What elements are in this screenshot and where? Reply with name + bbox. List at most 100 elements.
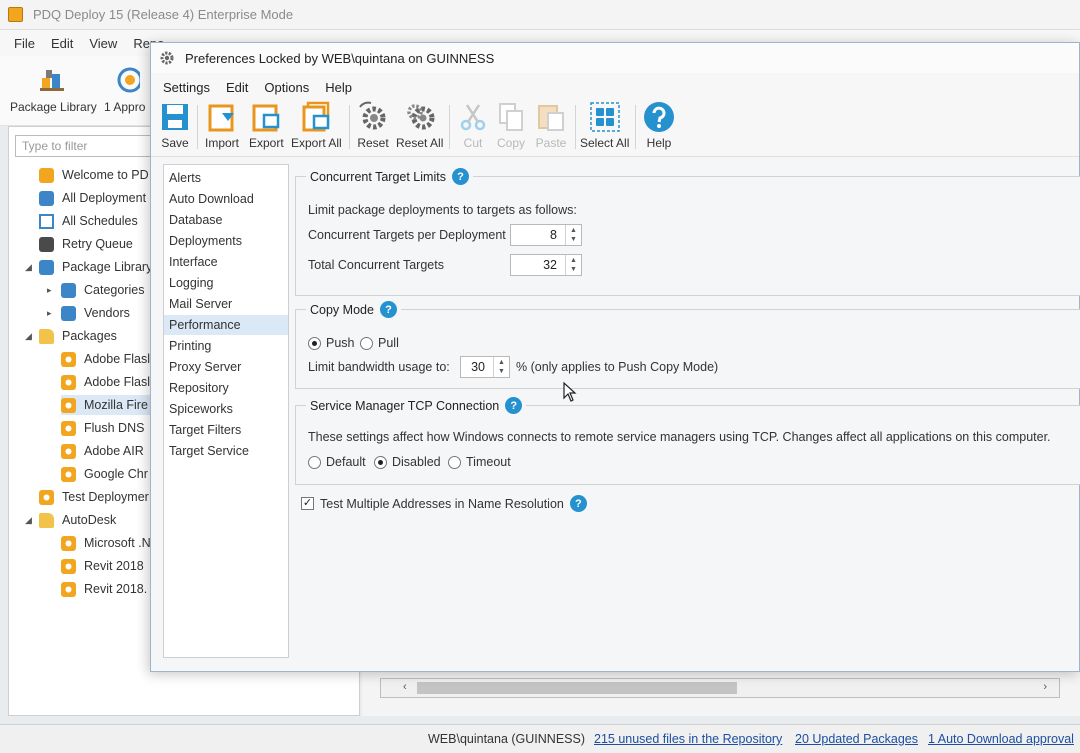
total-concurrent-targets-value[interactable]: 32 <box>511 255 565 275</box>
category-deployments[interactable]: Deployments <box>164 231 288 251</box>
push-radio[interactable]: Push <box>308 336 355 350</box>
select-all-grid-icon <box>589 102 620 132</box>
import-button[interactable]: Import <box>205 101 239 150</box>
tree-item[interactable]: Packages <box>39 326 117 346</box>
service-manager-help-icon[interactable]: ? <box>505 397 523 414</box>
category-proxy-server[interactable]: Proxy Server <box>164 357 288 377</box>
scroll-left-arrow-icon[interactable]: ‹ <box>403 681 407 693</box>
default-radio-indicator[interactable] <box>308 455 321 469</box>
total-concurrent-targets-stepper[interactable]: 32 ▲ ▼ <box>510 254 582 276</box>
updated-packages-link[interactable]: 20 Updated Packages <box>795 732 918 746</box>
category-printing[interactable]: Printing <box>164 336 288 356</box>
tree-item[interactable]: Retry Queue <box>39 234 133 254</box>
category-performance[interactable]: Performance <box>164 315 288 335</box>
reset-button[interactable]: Reset <box>357 101 389 150</box>
concurrent-limits-title: Concurrent Target Limits <box>310 169 446 184</box>
category-alerts[interactable]: Alerts <box>164 168 288 188</box>
menu-options[interactable]: Options <box>264 80 309 95</box>
help-button[interactable]: Help <box>643 101 675 150</box>
tree-item[interactable]: Adobe Flasl <box>61 349 150 369</box>
copy-mode-help-icon[interactable]: ? <box>379 301 397 318</box>
pull-radio[interactable]: Pull <box>360 336 399 350</box>
default-radio[interactable]: Default <box>308 455 366 469</box>
tree-expander-icon[interactable]: ▸ <box>47 285 52 296</box>
menu-settings[interactable]: Settings <box>163 80 210 95</box>
category-repository[interactable]: Repository <box>164 378 288 398</box>
package-library-button[interactable]: Package Library <box>10 66 97 114</box>
tree-item[interactable]: Revit 2018. <box>61 579 147 599</box>
tree-expander-icon[interactable]: ◢ <box>25 262 32 273</box>
tree-item[interactable]: Google Chr <box>61 464 148 484</box>
tree-item[interactable]: All Schedules <box>39 211 138 231</box>
category-logging[interactable]: Logging <box>164 273 288 293</box>
copy-button[interactable]: Copy <box>495 101 527 150</box>
library-icon <box>39 259 54 275</box>
name-resolution-help-icon[interactable]: ? <box>569 495 587 512</box>
export-all-button[interactable]: Export All <box>291 101 342 150</box>
category-interface[interactable]: Interface <box>164 252 288 272</box>
stepper-arrows-icon[interactable]: ▲ ▼ <box>565 255 581 275</box>
approvals-button[interactable]: 1 Appro <box>104 66 145 114</box>
horizontal-scrollbar[interactable]: ‹ › <box>380 678 1060 698</box>
tree-item-label: All Deployment <box>62 191 147 205</box>
disabled-radio[interactable]: Disabled <box>374 455 441 469</box>
menu-help[interactable]: Help <box>325 80 352 95</box>
category-database[interactable]: Database <box>164 210 288 230</box>
bandwidth-limit-value[interactable]: 30 <box>461 357 493 377</box>
bandwidth-limit-stepper[interactable]: 30 ▲ ▼ <box>460 356 510 378</box>
targets-per-deployment-value[interactable]: 8 <box>511 225 565 245</box>
tree-item[interactable]: Test Deploymer <box>39 487 149 507</box>
stepper-arrows-icon[interactable]: ▲ ▼ <box>493 357 509 377</box>
disabled-radio-indicator[interactable] <box>374 455 387 469</box>
category-target-service[interactable]: Target Service <box>164 441 288 461</box>
category-spiceworks[interactable]: Spiceworks <box>164 399 288 419</box>
save-button[interactable]: Save <box>159 101 191 150</box>
menu-edit[interactable]: Edit <box>226 80 248 95</box>
cut-button[interactable]: Cut <box>457 101 489 150</box>
reset-all-button[interactable]: Reset All <box>396 101 443 150</box>
test-multiple-addresses-checkbox[interactable]: ✓ Test Multiple Addresses in Name Resolu… <box>301 495 587 512</box>
paste-button[interactable]: Paste <box>535 101 567 150</box>
scrollbar-thumb[interactable] <box>417 682 737 694</box>
tree-item-label: Adobe Flasl <box>84 352 151 366</box>
auto-download-approval-link[interactable]: 1 Auto Download approval <box>928 732 1074 746</box>
dialog-toolbar: Save Import Export Export All Reset Rese… <box>151 99 1079 157</box>
tree-item-label: Vendors <box>84 306 130 320</box>
test-multiple-addresses-check[interactable]: ✓ <box>301 497 314 510</box>
main-menu-file[interactable]: File <box>14 36 35 51</box>
stepper-arrows-icon[interactable]: ▲ ▼ <box>565 225 581 245</box>
tree-item[interactable]: Categories <box>61 280 144 300</box>
targets-per-deployment-stepper[interactable]: 8 ▲ ▼ <box>510 224 582 246</box>
category-auto-download[interactable]: Auto Download <box>164 189 288 209</box>
select-all-button[interactable]: Select All <box>580 101 629 150</box>
tree-item[interactable]: Microsoft .N <box>61 533 151 553</box>
tree-item[interactable]: Adobe AIR <box>61 441 144 461</box>
push-radio-indicator[interactable] <box>308 336 321 350</box>
tree-item[interactable]: Welcome to PD <box>39 165 149 185</box>
tree-item[interactable]: Revit 2018 <box>61 556 144 576</box>
status-bar: WEB\quintana (GUINNESS) 215 unused files… <box>0 724 1080 753</box>
tree-item[interactable]: Vendors <box>61 303 130 323</box>
tree-expander-icon[interactable]: ◢ <box>25 331 32 342</box>
tree-item[interactable]: Flush DNS <box>61 418 144 438</box>
tree-expander-icon[interactable]: ▸ <box>47 308 52 319</box>
tree-expander-icon[interactable]: ◢ <box>25 515 32 526</box>
tree-item[interactable]: Package Library <box>39 257 152 277</box>
tree-item[interactable]: All Deployment <box>39 188 146 208</box>
category-target-filters[interactable]: Target Filters <box>164 420 288 440</box>
tree-item-label: Microsoft .N <box>84 536 151 550</box>
service-manager-tcp-group: Service Manager TCP Connection ? These s… <box>295 397 1080 485</box>
main-menu-edit[interactable]: Edit <box>51 36 73 51</box>
timeout-radio-indicator[interactable] <box>448 455 461 469</box>
unused-files-link[interactable]: 215 unused files in the Repository <box>594 732 782 746</box>
tree-item[interactable]: AutoDesk <box>39 510 116 530</box>
import-icon <box>208 104 234 132</box>
export-button[interactable]: Export <box>249 101 284 150</box>
category-mail-server[interactable]: Mail Server <box>164 294 288 314</box>
scroll-right-arrow-icon[interactable]: › <box>1043 681 1047 693</box>
timeout-radio[interactable]: Timeout <box>448 455 511 469</box>
tree-item[interactable]: Adobe Flasl <box>61 372 150 392</box>
main-menu-view[interactable]: View <box>89 36 117 51</box>
pull-radio-indicator[interactable] <box>360 336 373 350</box>
concurrent-limits-help-icon[interactable]: ? <box>451 168 469 185</box>
